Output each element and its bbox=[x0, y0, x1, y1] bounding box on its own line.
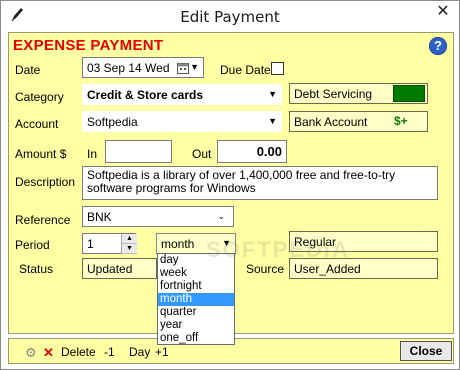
category-label: Category bbox=[15, 90, 64, 104]
chevron-down-icon[interactable]: ▼ bbox=[190, 62, 199, 72]
spin-down-icon[interactable]: ▼ bbox=[122, 244, 137, 254]
chevron-down-icon[interactable]: ▼ bbox=[268, 116, 277, 126]
status-field: Updated bbox=[82, 258, 157, 279]
status-value: Updated bbox=[87, 262, 133, 276]
window-close-icon[interactable]: ✕ bbox=[427, 1, 459, 23]
account-label: Account bbox=[15, 117, 59, 131]
period-count-value: 1 bbox=[87, 237, 94, 251]
due-date-checkbox[interactable] bbox=[271, 62, 284, 75]
chevron-down-icon[interactable]: ⌄ bbox=[217, 211, 225, 222]
reference-value: BNK bbox=[87, 210, 112, 224]
window-title: Edit Payment bbox=[180, 8, 280, 26]
source-label: Source bbox=[246, 262, 285, 276]
dropdown-option[interactable]: day bbox=[158, 254, 234, 267]
delete-icon[interactable]: ✕ bbox=[43, 345, 54, 361]
form-heading: EXPENSE PAYMENT bbox=[13, 37, 164, 54]
day-minus-button[interactable]: -1 bbox=[104, 345, 115, 359]
category-select[interactable]: Credit & Store cards ▼ bbox=[82, 84, 282, 105]
category-color-swatch bbox=[393, 85, 425, 102]
linked-account-value: Bank Account bbox=[294, 115, 368, 129]
source-value: User_Added bbox=[294, 262, 361, 276]
source-field: User_Added bbox=[289, 258, 438, 279]
dropdown-option[interactable]: fortnight bbox=[158, 280, 234, 293]
add-money-icon[interactable]: $+ bbox=[394, 114, 408, 128]
due-date-label: Due Date bbox=[220, 63, 271, 77]
description-textarea[interactable]: Softpedia is a library of over 1,400,000… bbox=[82, 166, 438, 200]
chevron-down-icon[interactable]: ▼ bbox=[222, 238, 231, 248]
edit-payment-window: Edit Payment ✕ EXPENSE PAYMENT ? Date 03… bbox=[0, 0, 460, 370]
reference-select[interactable]: BNK ⌄ bbox=[82, 206, 234, 227]
close-button[interactable]: Close bbox=[400, 341, 452, 361]
amount-out-input[interactable]: 0.00 bbox=[217, 140, 287, 163]
dropdown-option[interactable]: week bbox=[158, 267, 234, 280]
dropdown-option-selected[interactable]: month bbox=[158, 293, 234, 306]
description-label: Description bbox=[15, 175, 76, 189]
chevron-down-icon[interactable]: ▼ bbox=[268, 89, 277, 99]
status-label: Status bbox=[19, 262, 54, 276]
date-value: 03 Sep 14 Wed bbox=[87, 61, 170, 75]
dropdown-option[interactable]: quarter bbox=[158, 306, 234, 319]
category-value: Credit & Store cards bbox=[87, 88, 204, 102]
spin-up-icon[interactable]: ▲ bbox=[122, 234, 137, 244]
period-unit-select[interactable]: month ▼ bbox=[156, 233, 236, 254]
day-plus-button[interactable]: +1 bbox=[155, 345, 169, 359]
amount-in-input[interactable] bbox=[105, 140, 172, 163]
reference-label: Reference bbox=[15, 213, 71, 227]
calendar-icon[interactable] bbox=[177, 62, 189, 74]
stamp-icon[interactable]: ⚙ bbox=[25, 345, 37, 361]
date-picker[interactable]: 03 Sep 14 Wed ▼ bbox=[82, 57, 204, 78]
amount-in-label: In bbox=[87, 147, 98, 161]
title-bar: Edit Payment ✕ bbox=[1, 1, 459, 31]
delete-button[interactable]: Delete bbox=[61, 345, 96, 359]
period-unit-value: month bbox=[161, 237, 195, 251]
period-spinner[interactable]: ▲ ▼ bbox=[121, 234, 137, 254]
linked-account-field: Bank Account $+ bbox=[289, 111, 428, 132]
category-group-value: Debt Servicing bbox=[294, 87, 373, 101]
account-value: Softpedia bbox=[87, 115, 138, 129]
help-icon[interactable]: ? bbox=[429, 37, 447, 55]
period-label: Period bbox=[15, 238, 50, 252]
amount-label: Amount $ bbox=[15, 147, 67, 161]
day-label: Day bbox=[129, 345, 151, 359]
date-label: Date bbox=[15, 63, 41, 77]
schedule-field: Regular bbox=[289, 231, 438, 252]
dropdown-option[interactable]: year bbox=[158, 319, 234, 332]
dropdown-option[interactable]: one_off bbox=[158, 332, 234, 345]
schedule-value: Regular bbox=[294, 235, 337, 249]
amount-out-label: Out bbox=[192, 147, 212, 161]
period-unit-dropdown[interactable]: day week fortnight month quarter year on… bbox=[157, 253, 235, 345]
account-select[interactable]: Softpedia ▼ bbox=[82, 111, 282, 132]
